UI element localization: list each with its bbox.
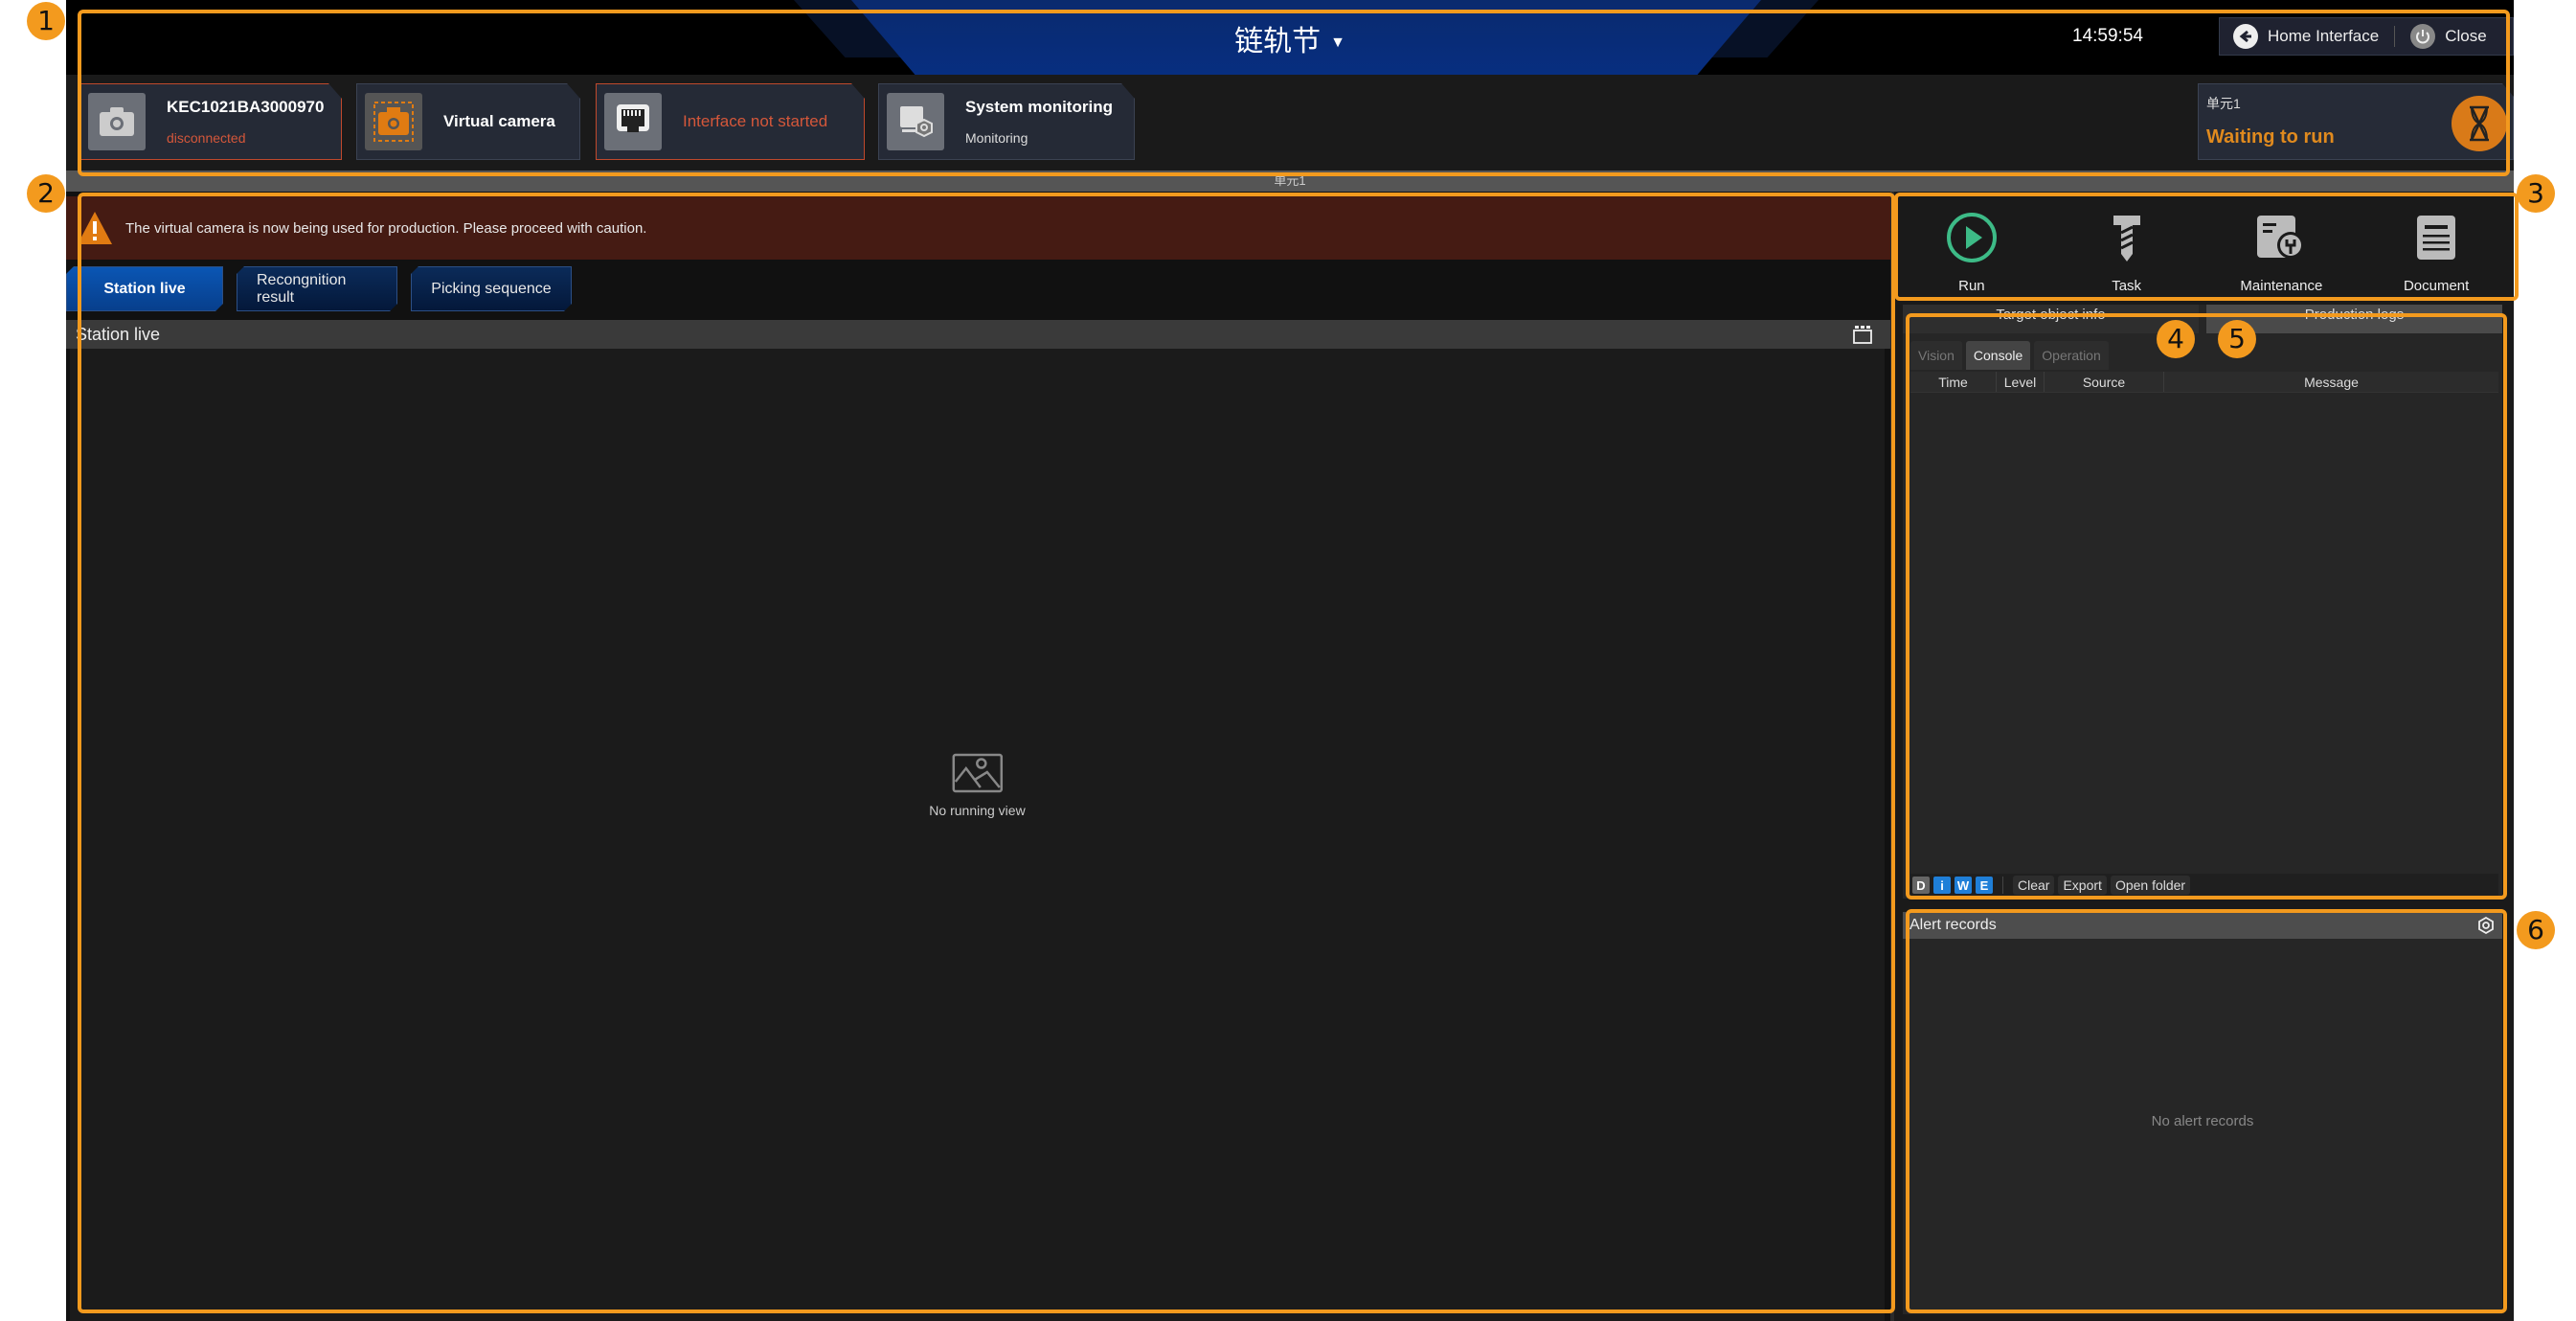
- virtual-camera-label: Virtual camera: [443, 112, 555, 130]
- virtual-camera-card[interactable]: Virtual camera: [356, 83, 580, 160]
- export-button[interactable]: Export: [2058, 876, 2107, 895]
- camera-status-card[interactable]: KEC1021BA3000970 disconnected: [79, 83, 342, 160]
- maintenance-button[interactable]: Maintenance: [2204, 196, 2360, 299]
- column-source[interactable]: Source: [2045, 372, 2164, 392]
- annotation-badge-4: 4: [2157, 320, 2195, 358]
- warning-message: The virtual camera is now being used for…: [125, 219, 647, 237]
- document-icon: [2409, 211, 2463, 264]
- annotation-badge-3: 3: [2517, 174, 2555, 213]
- ethernet-port-icon: [604, 93, 662, 150]
- annotation-badge-1: 1: [27, 2, 65, 40]
- unit-status-card[interactable]: 单元1 Waiting to run: [2198, 83, 2514, 160]
- tab-recognition-result[interactable]: Recongnition result: [237, 266, 397, 311]
- no-running-view-text: No running view: [929, 802, 1026, 818]
- system-monitoring-card[interactable]: System monitoring Monitoring: [878, 83, 1135, 160]
- image-placeholder-icon: [952, 753, 1003, 792]
- task-button[interactable]: Task: [2049, 196, 2204, 299]
- annotation-badge-2: 2: [27, 174, 65, 213]
- station-pane: The virtual camera is now being used for…: [66, 192, 1890, 1321]
- tab-picking-sequence[interactable]: Picking sequence: [411, 266, 572, 311]
- station-live-view: No running view: [70, 349, 1885, 1321]
- camera-id: KEC1021BA3000970: [167, 98, 325, 116]
- empty-view-placeholder: No running view: [929, 753, 1026, 820]
- divider: [2002, 877, 2003, 894]
- warning-icon: [78, 212, 112, 244]
- clear-button[interactable]: Clear: [2013, 876, 2055, 895]
- camera-status: disconnected: [167, 130, 246, 146]
- camera-icon: [88, 93, 146, 150]
- interface-status-label: Interface not started: [683, 112, 828, 130]
- app-window: 链轨节 ▼ 14:59:54 Home Interface Close KEC1…: [66, 0, 2514, 1321]
- station-live-title: Station live: [76, 325, 161, 344]
- unit-name: 单元1: [2206, 96, 2241, 111]
- filter-debug[interactable]: D: [1912, 877, 1930, 894]
- subtab-console[interactable]: Console: [1965, 341, 2031, 370]
- column-time[interactable]: Time: [1910, 372, 1997, 392]
- alert-records-title: Alert records: [1909, 917, 1997, 933]
- annotation-badge-5: 5: [2218, 320, 2256, 358]
- filter-warning[interactable]: W: [1955, 877, 1972, 894]
- panel-tabs: Target object info Production logs: [1903, 305, 2502, 333]
- system-monitoring-label: System monitoring: [965, 98, 1113, 116]
- run-label: Run: [1958, 278, 1985, 294]
- project-title: 链轨节: [1234, 26, 1322, 57]
- interface-status-card[interactable]: Interface not started: [596, 83, 865, 160]
- column-level[interactable]: Level: [1997, 372, 2045, 392]
- tab-station-live[interactable]: Station live: [66, 266, 223, 311]
- document-button[interactable]: Document: [2359, 196, 2514, 299]
- top-header: 链轨节 ▼ 14:59:54 Home Interface Close: [66, 0, 2514, 75]
- alert-records-header: Alert records: [1903, 912, 2502, 939]
- screw-icon: [2100, 211, 2154, 264]
- project-selector[interactable]: 链轨节 ▼: [66, 17, 2514, 59]
- subtab-vision[interactable]: Vision: [1910, 341, 1962, 370]
- warning-banner: The virtual camera is now being used for…: [66, 196, 1890, 260]
- virtual-camera-icon: [365, 93, 422, 150]
- system-monitoring-status: Monitoring: [965, 130, 1028, 146]
- unit-strip: 单元1: [66, 171, 2514, 192]
- log-footer: D i W E Clear Export Open folder: [1910, 874, 2498, 897]
- tab-target-object-info[interactable]: Target object info: [1903, 305, 2199, 333]
- station-live-header: Station live: [66, 320, 1890, 349]
- status-bar: KEC1021BA3000970 disconnected Virtual cam…: [66, 75, 2514, 171]
- system-monitor-icon: [887, 93, 944, 150]
- maintenance-label: Maintenance: [2240, 278, 2323, 294]
- unit-run-status: Waiting to run: [2206, 126, 2335, 148]
- log-panel: Target object info Production logs Visio…: [1903, 305, 2502, 899]
- filter-error[interactable]: E: [1976, 877, 1993, 894]
- caret-down-icon: ▼: [1330, 34, 1345, 52]
- control-pane: Run Task Maintenance Document Target obj…: [1894, 192, 2514, 1321]
- task-label: Task: [2112, 278, 2142, 294]
- run-button[interactable]: Run: [1894, 196, 2049, 299]
- column-message[interactable]: Message: [2164, 372, 2498, 392]
- annotation-badge-6: 6: [2517, 911, 2555, 949]
- hourglass-icon: [2452, 96, 2507, 151]
- view-tabs: Station live Recongnition result Picking…: [66, 266, 572, 312]
- log-table-header: Time Level Source Message: [1910, 372, 2498, 393]
- log-sub-tabs: Vision Console Operation: [1910, 341, 2109, 370]
- filter-info[interactable]: i: [1933, 877, 1951, 894]
- play-icon: [1945, 211, 1999, 264]
- no-alert-records-text: No alert records: [2151, 1113, 2254, 1129]
- main-toolbar: Run Task Maintenance Document: [1894, 196, 2514, 299]
- document-label: Document: [2403, 278, 2470, 294]
- subtab-operation[interactable]: Operation: [2034, 341, 2109, 370]
- open-folder-button[interactable]: Open folder: [2110, 876, 2191, 895]
- maintenance-icon: [2254, 211, 2308, 264]
- gear-icon[interactable]: [2477, 917, 2495, 934]
- alert-records-panel: Alert records No alert records: [1903, 912, 2502, 1314]
- window-icon[interactable]: [1852, 324, 1873, 345]
